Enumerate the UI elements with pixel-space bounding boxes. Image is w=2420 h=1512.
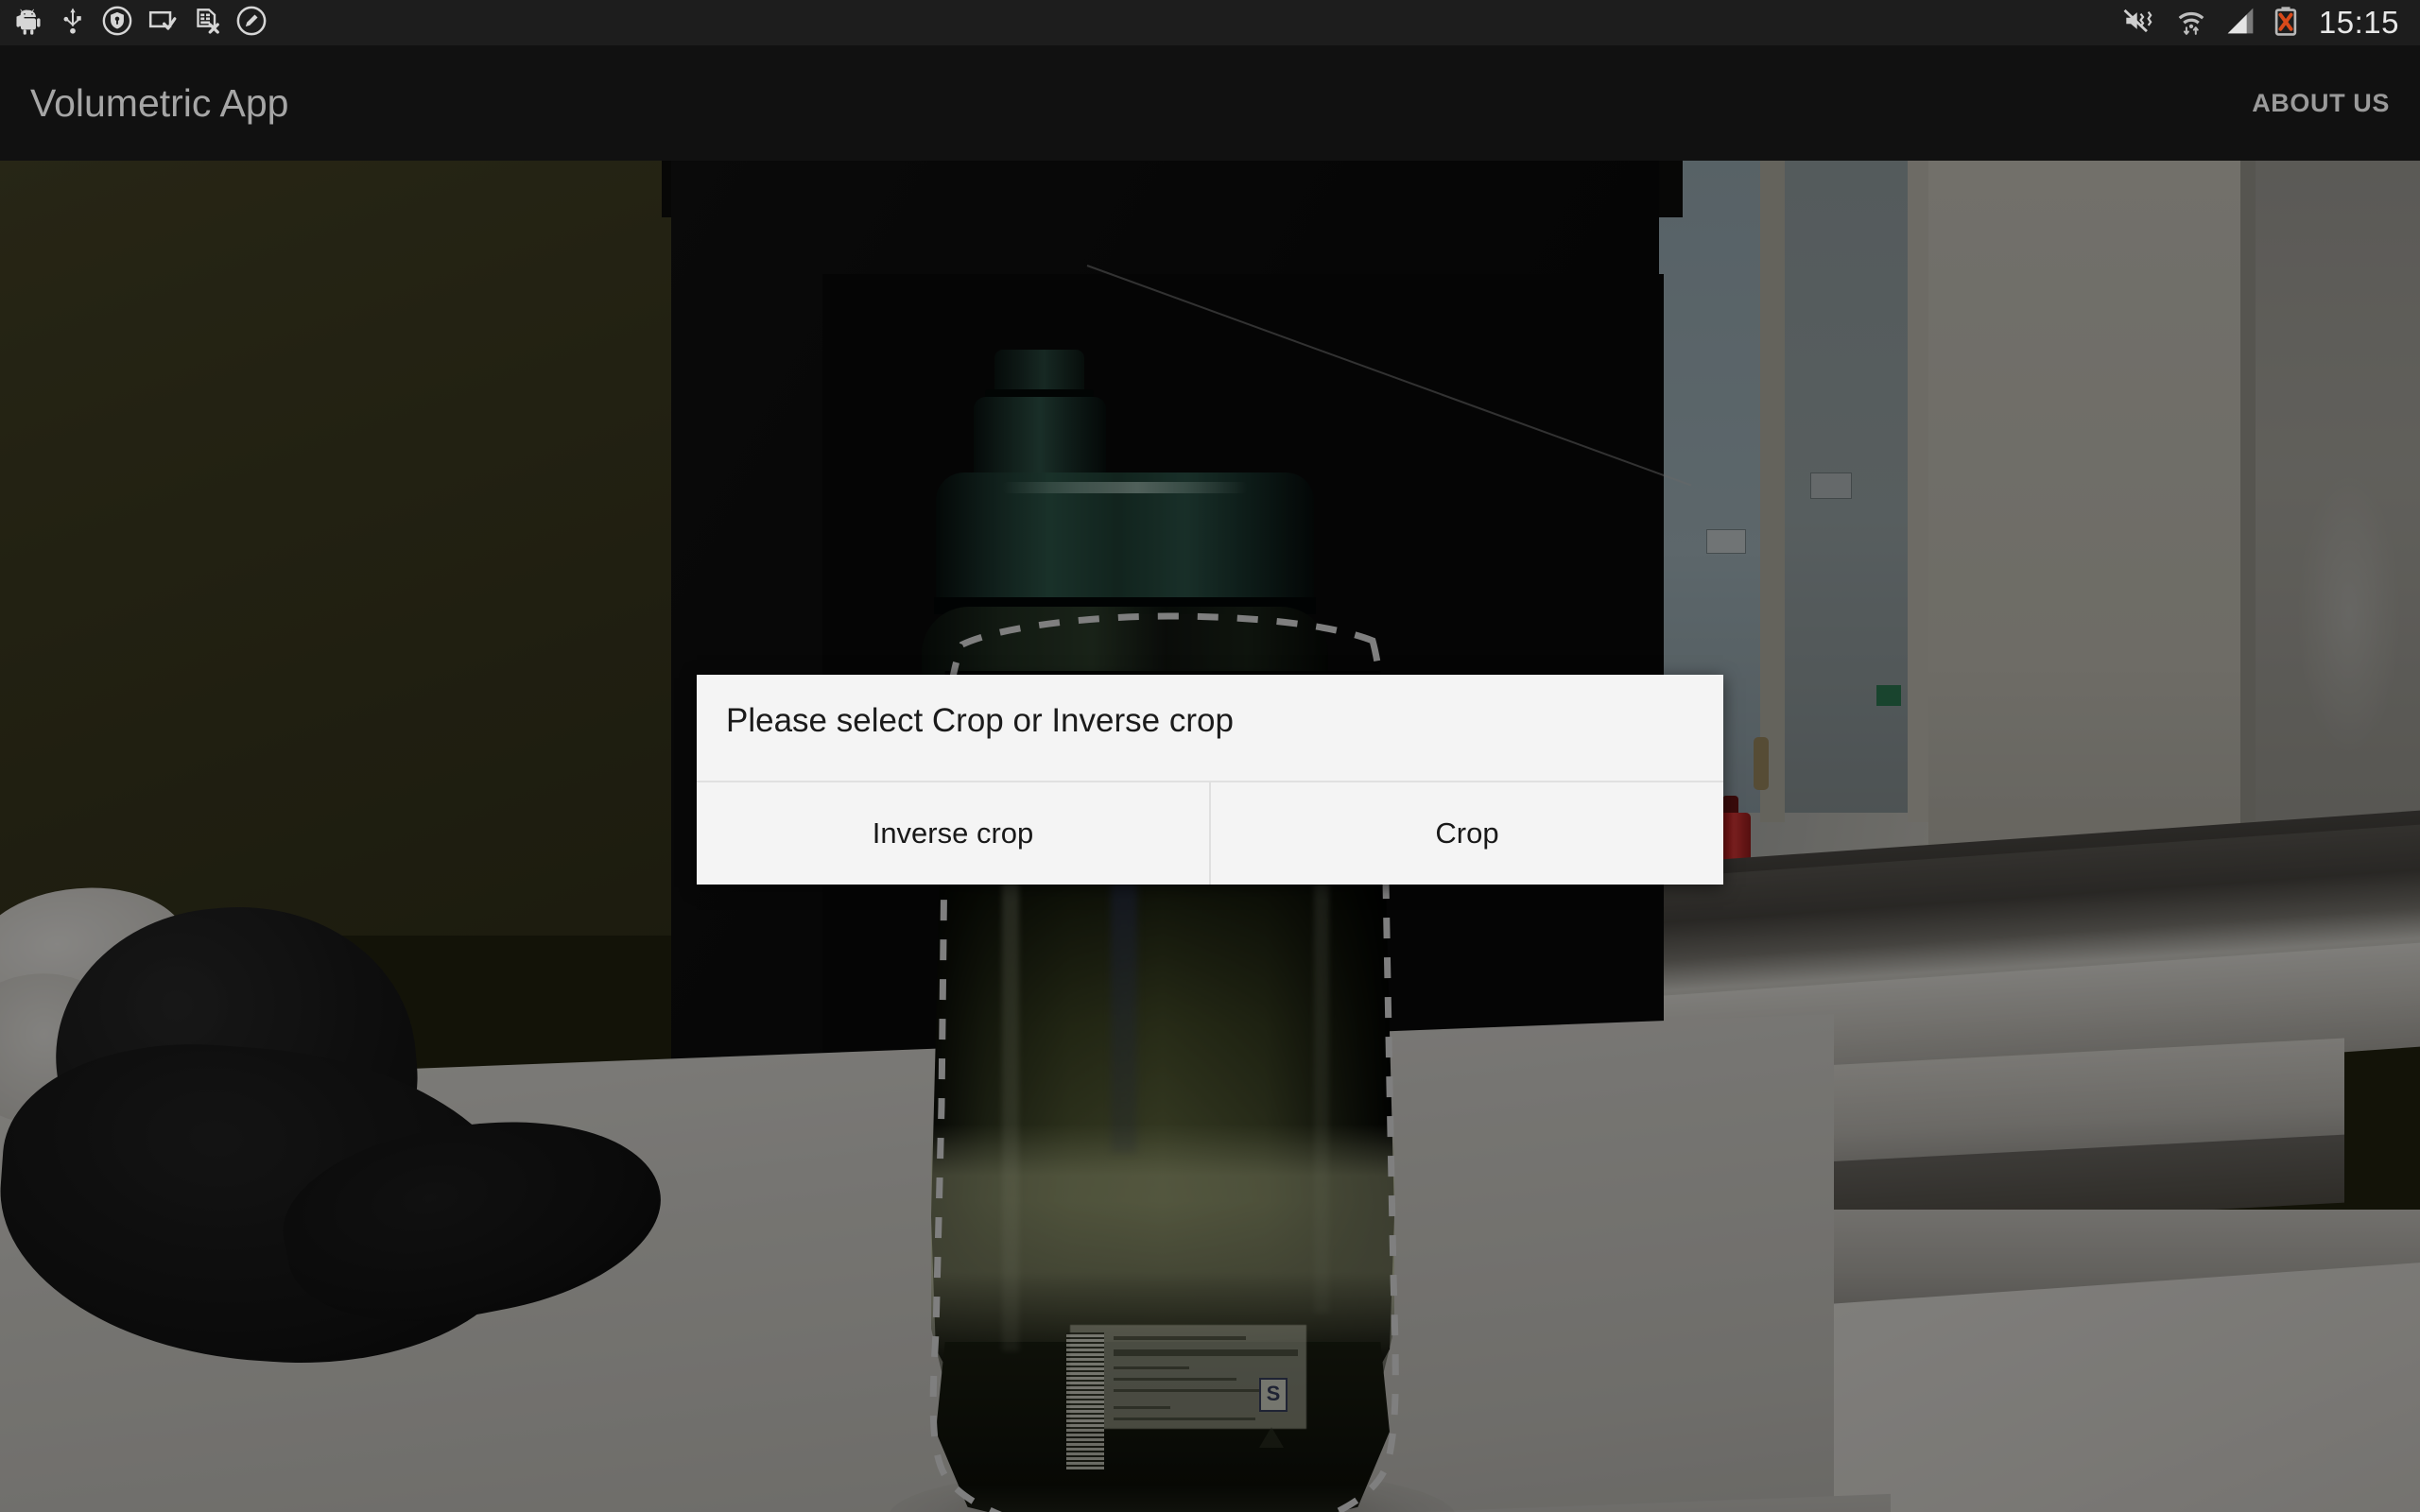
battery-error-icon [2273,6,2298,41]
android-debug-icon [13,6,43,41]
about-us-button[interactable]: ABOUT US [2252,90,2420,116]
usb-icon [59,7,87,40]
crop-choice-dialog: Please select Crop or Inverse crop Inver… [697,675,1723,885]
sim-card-removed-icon [193,7,221,40]
status-bar-left-icons [0,6,267,41]
cellular-signal-icon [2224,6,2256,41]
screen-capture-icon [147,6,178,41]
sound-vibrate-mute-icon [2122,6,2158,41]
status-bar: 15:15 [0,0,2420,45]
dialog-button-row: Inverse crop Crop [697,782,1723,885]
wifi-data-icon [2175,6,2207,41]
action-bar: Volumetric App ABOUT US [0,45,2420,161]
status-bar-right-icons: 15:15 [2122,6,2420,41]
status-bar-clock: 15:15 [2318,4,2399,40]
developer-shield-icon [102,6,132,41]
dialog-title: Please select Crop or Inverse crop [726,702,1234,739]
app-title: Volumetric App [30,80,289,125]
app-screen: 15:15 Volumetric App ABOUT US S Please s… [0,0,2420,1512]
edit-circle-icon [236,6,267,41]
crop-button[interactable]: Crop [1211,782,1723,885]
inverse-crop-button[interactable]: Inverse crop [697,782,1211,885]
